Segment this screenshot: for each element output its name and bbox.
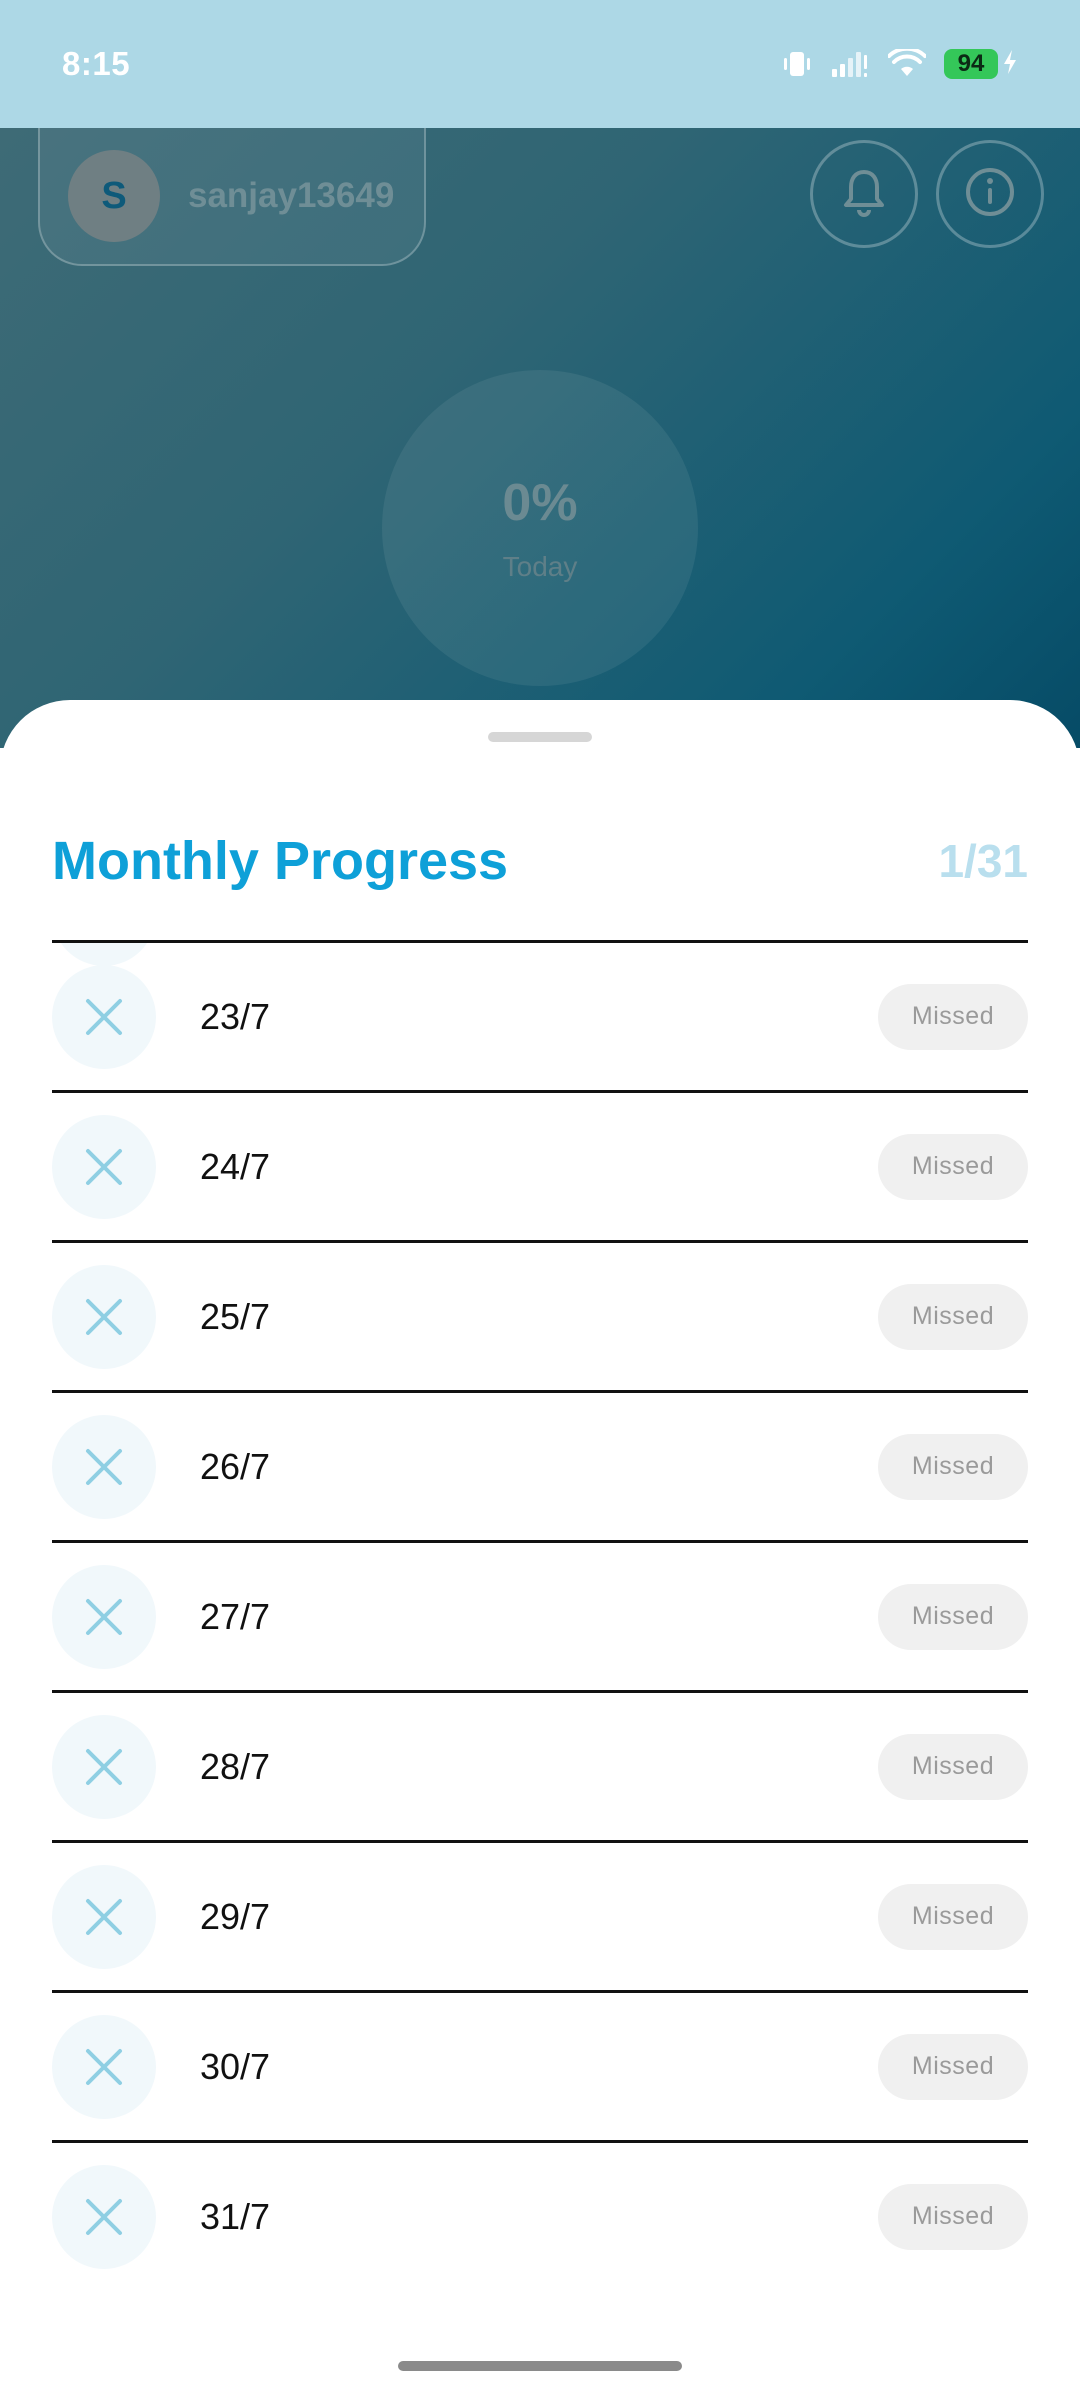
list-item[interactable]: 26/7 Missed [52, 1390, 1028, 1540]
info-button[interactable] [936, 140, 1044, 248]
row-date: 29/7 [200, 1895, 271, 1937]
status-badge: Missed [878, 2183, 1028, 2250]
status-badge: Missed [878, 1133, 1028, 1200]
divider [52, 2140, 1028, 2143]
battery-icon: 94 [944, 49, 1018, 80]
divider [52, 940, 1028, 943]
list-item[interactable]: 27/7 Missed [52, 1540, 1028, 1690]
bell-icon [841, 167, 887, 222]
divider [52, 1090, 1028, 1093]
close-icon [52, 964, 156, 1069]
vibrate-icon [782, 50, 812, 78]
sheet-drag-handle[interactable] [488, 732, 592, 742]
wifi-icon [888, 49, 926, 79]
divider [52, 1990, 1028, 1993]
progress-label: Today [502, 551, 578, 582]
row-date: 31/7 [200, 2195, 271, 2237]
row-date: 26/7 [200, 1445, 271, 1487]
notifications-button[interactable] [810, 140, 918, 248]
charging-icon [1002, 49, 1018, 80]
sheet-header: Monthly Progress 1/31 [52, 830, 1028, 892]
status-badge: Missed [878, 1283, 1028, 1350]
row-date: 23/7 [200, 995, 271, 1037]
username: sanjay13649 [188, 176, 395, 215]
status-badge: Missed [878, 1433, 1028, 1500]
divider [52, 1240, 1028, 1243]
status-badge: Missed [878, 1883, 1028, 1950]
list-item[interactable]: 28/7 Missed [52, 1690, 1028, 1840]
progress-value: 0% [502, 474, 578, 532]
status-badge: Missed [878, 1733, 1028, 1800]
list-item[interactable]: 30/7 Missed [52, 1990, 1028, 2140]
list-item[interactable]: 29/7 Missed [52, 1840, 1028, 1990]
divider [52, 1390, 1028, 1393]
close-icon [52, 1414, 156, 1519]
status-time: 8:15 [62, 45, 131, 82]
battery-level: 94 [944, 49, 998, 79]
status-icons: 94 [782, 49, 1018, 80]
divider [52, 1840, 1028, 1843]
list-item[interactable]: 31/7 Missed [52, 2140, 1028, 2290]
app-screen: 8:15 94 S sanjay13649 0% Today Monthly P… [0, 0, 1080, 2400]
row-date: 27/7 [200, 1595, 271, 1637]
close-icon [52, 1264, 156, 1369]
close-icon [52, 2164, 156, 2269]
status-badge: Missed [878, 983, 1028, 1050]
sheet-title: Monthly Progress [52, 831, 509, 891]
list-item[interactable]: 25/7 Missed [52, 1240, 1028, 1390]
avatar: S [68, 150, 160, 242]
monthly-progress-sheet: Monthly Progress 1/31 23/7 Missed 24/7 M… [0, 700, 1080, 2400]
close-icon [52, 1864, 156, 1969]
list-item[interactable]: 23/7 Missed [52, 940, 1028, 1090]
close-icon [52, 1114, 156, 1219]
row-date: 28/7 [200, 1745, 271, 1787]
day-list[interactable]: 23/7 Missed 24/7 Missed 25/7 Missed 26/7… [52, 940, 1028, 2310]
today-progress-circle: 0% Today [382, 370, 698, 686]
row-date: 25/7 [200, 1295, 271, 1337]
completed-count: 1/31 [938, 835, 1028, 887]
list-item[interactable]: 24/7 Missed [52, 1090, 1028, 1240]
divider [52, 1540, 1028, 1543]
close-icon [52, 1564, 156, 1669]
divider [52, 1690, 1028, 1693]
signal-icon [830, 49, 870, 79]
status-bar: 8:15 94 [0, 0, 1080, 128]
row-date: 24/7 [200, 1145, 271, 1187]
status-badge: Missed [878, 2033, 1028, 2100]
info-icon [964, 166, 1016, 223]
home-indicator[interactable] [398, 2361, 682, 2371]
row-date: 30/7 [200, 2045, 271, 2087]
user-chip[interactable]: S sanjay13649 [38, 128, 426, 266]
status-badge: Missed [878, 1583, 1028, 1650]
close-icon [52, 2014, 156, 2119]
close-icon [52, 1714, 156, 1819]
background-screen: S sanjay13649 0% Today [0, 128, 1080, 748]
